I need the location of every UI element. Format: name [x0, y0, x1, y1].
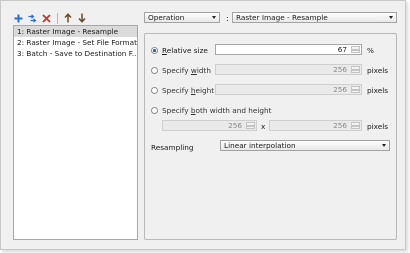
resampling-value: Linear interpolation: [224, 141, 296, 150]
spin-down-icon[interactable]: [351, 89, 360, 93]
spin-down-icon[interactable]: [351, 49, 360, 53]
spin-down-icon[interactable]: [351, 125, 360, 129]
dialog-window: 1: Raster Image - Resample 2: Raster Ima…: [0, 0, 406, 250]
specify-height-label: Specify height: [162, 86, 215, 95]
specify-both-label: Specify both width and height: [162, 106, 272, 115]
both-width-value: 256: [228, 121, 242, 130]
specify-both-radio[interactable]: [151, 107, 158, 114]
operation-category-select[interactable]: Operation: [144, 12, 220, 23]
relative-size-radio[interactable]: [151, 47, 158, 54]
add-step-button[interactable]: [13, 13, 24, 24]
operation-select[interactable]: Raster Image - Resample: [232, 12, 397, 23]
spin-down-icon[interactable]: [246, 125, 255, 129]
height-input[interactable]: 256: [215, 84, 362, 95]
delete-icon: [42, 13, 51, 23]
operation-settings-panel: Relative size 67 % Specify width 256 pix…: [144, 33, 397, 240]
toolbar-separator: [57, 12, 58, 24]
height-value: 256: [333, 85, 347, 94]
spin-down-icon[interactable]: [351, 69, 360, 73]
resampling-label: Resampling: [151, 143, 194, 152]
list-item[interactable]: 1: Raster Image - Resample: [14, 26, 137, 37]
both-height-value: 256: [333, 121, 347, 130]
specify-width-radio[interactable]: [151, 67, 158, 74]
list-item[interactable]: 2: Raster Image - Set File Format: [14, 37, 137, 48]
both-height-input[interactable]: 256: [269, 120, 362, 131]
relative-size-spinner[interactable]: [351, 46, 360, 53]
list-item[interactable]: 3: Batch - Save to Destination F...: [14, 48, 137, 59]
chevron-down-icon: [389, 16, 393, 19]
both-width-spinner[interactable]: [246, 122, 255, 129]
times-sign: x: [261, 122, 266, 131]
delete-step-button[interactable]: [41, 13, 52, 24]
resampling-select[interactable]: Linear interpolation: [220, 140, 390, 151]
duplicate-step-button[interactable]: [27, 13, 38, 24]
both-width-input[interactable]: 256: [162, 120, 257, 131]
both-unit: pixels: [367, 122, 389, 131]
relative-size-label: Relative size: [162, 46, 208, 55]
duplicate-icon: [28, 13, 36, 23]
arrow-up-icon: [63, 13, 72, 23]
chevron-down-icon: [212, 16, 216, 19]
relative-size-unit: %: [367, 46, 374, 55]
specify-width-label: Specify width: [162, 66, 211, 75]
height-unit: pixels: [367, 86, 389, 95]
relative-size-label-rest: elative size: [166, 46, 208, 55]
separator-colon: :: [226, 14, 229, 23]
steps-list[interactable]: 1: Raster Image - Resample 2: Raster Ima…: [13, 25, 138, 240]
height-spinner[interactable]: [351, 86, 360, 93]
width-value: 256: [333, 65, 347, 74]
both-height-spinner[interactable]: [351, 122, 360, 129]
operation-category-value: Operation: [148, 13, 185, 22]
move-up-button[interactable]: [62, 13, 73, 24]
width-spinner[interactable]: [351, 66, 360, 73]
width-unit: pixels: [367, 66, 389, 75]
move-down-button[interactable]: [76, 13, 87, 24]
toolbar: [13, 12, 90, 24]
width-input[interactable]: 256: [215, 64, 362, 75]
chevron-down-icon: [382, 144, 386, 147]
arrow-down-icon: [77, 13, 86, 23]
plus-icon: [14, 14, 23, 22]
operation-value: Raster Image - Resample: [236, 13, 328, 22]
relative-size-input[interactable]: 67: [215, 44, 362, 55]
relative-size-value: 67: [337, 45, 347, 54]
specify-height-radio[interactable]: [151, 87, 158, 94]
